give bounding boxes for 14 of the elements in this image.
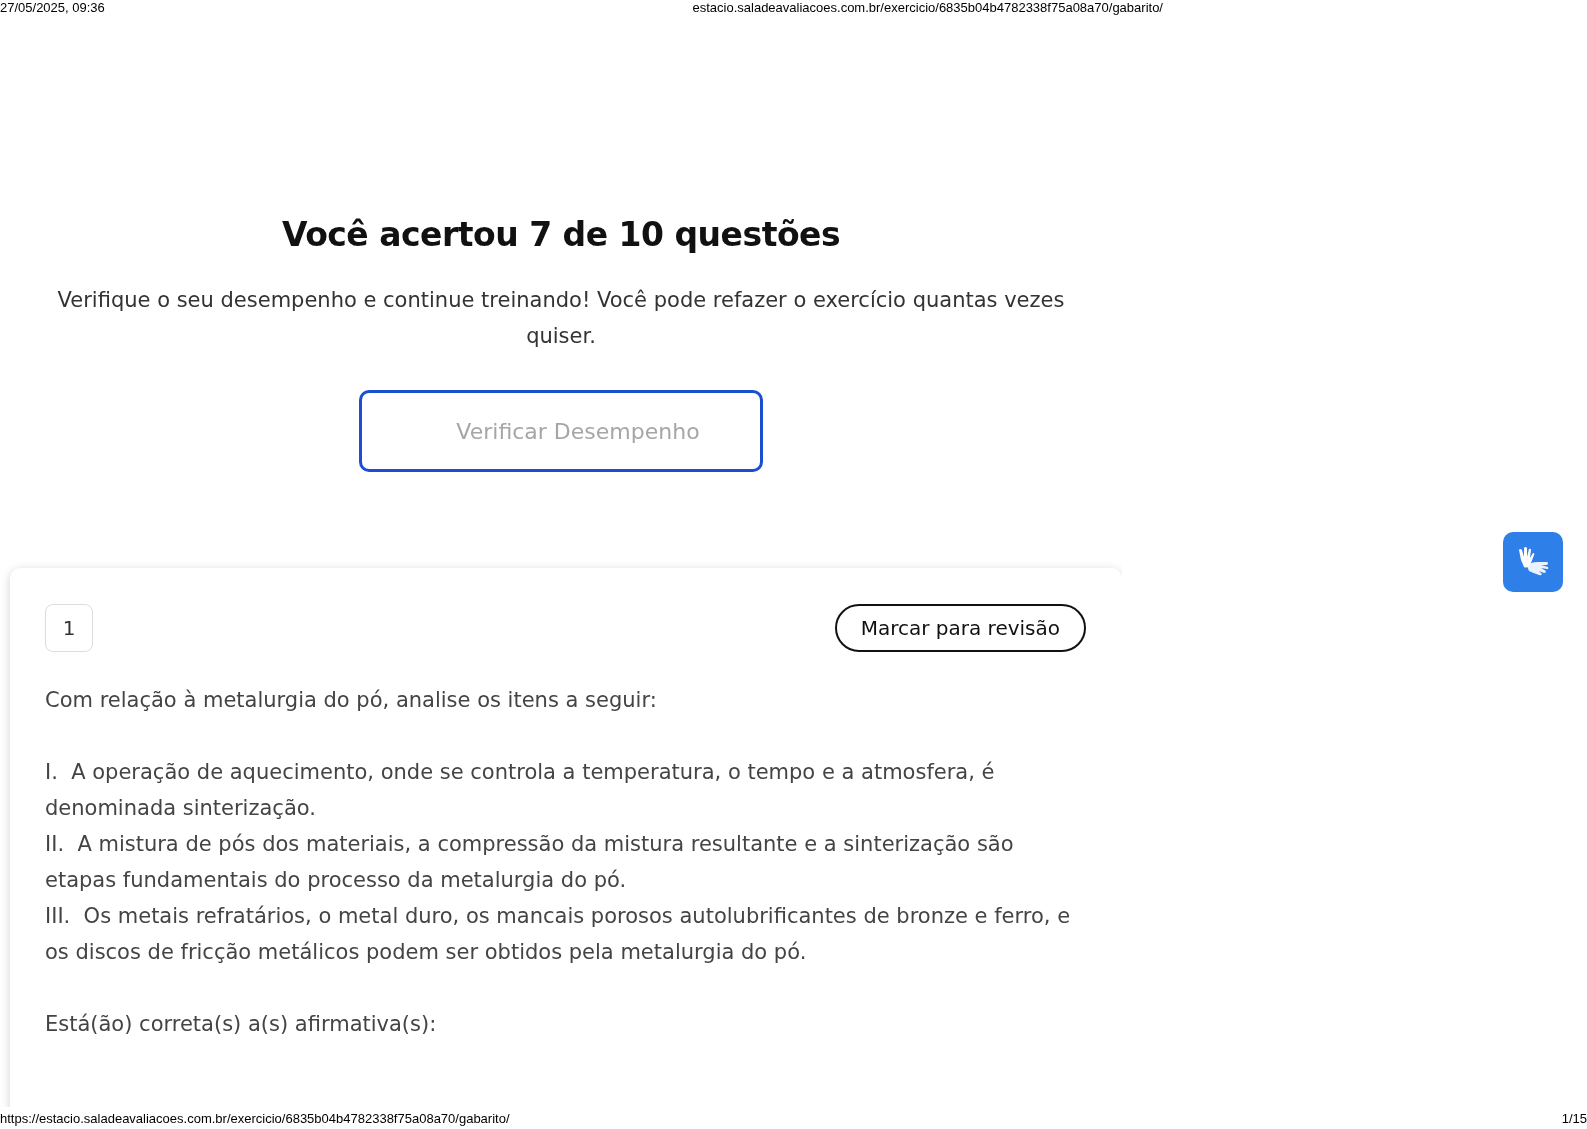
page-number: 1/15 — [1561, 1111, 1587, 1126]
result-title: Você acertou 7 de 10 questões — [281, 215, 841, 254]
print-date: 27/05/2025, 09:36 — [0, 0, 105, 15]
mark-for-review-button[interactable]: Marcar para revisão — [834, 604, 1086, 652]
result-subtitle: Verifique o seu desempenho e continue treinando! Você pode refazer o exercício quantas vezes quiser. — [56, 287, 1066, 350]
question-text: II. A mistura de pós dos materiais, a compressão da mistura resultante e a sinterização são etapas fundamentais do processo da metalurgia do pó. — [45, 831, 1015, 894]
question-text: I. A operação de aquecimento, onde se controla a temperatura, o tempo e a atmosfera, é denominada sinterização. — [45, 759, 996, 822]
page-url: estacio.saladeavaliacoes.com.br/exercicio/6835b04b4782338f75a08a70/gabarito/ — [692, 0, 1163, 15]
page-url: https://estacio.saladeavaliacoes.com.br/exercicio/6835b04b4782338f75a08a70/gabarito/ — [0, 1111, 510, 1126]
question-text: Está(ão) correta(s) a(s) afirmativa(s): — [45, 1011, 438, 1038]
question-text: III. Os metais refratários, o metal duro, os mancais porosos autolubrificantes de bronze e ferro, e os discos de fricção metálicos podem ser obtidos pela metalurgia do pó. — [45, 903, 1072, 966]
question-text: Com relação à metalurgia do pó, analise os itens a seguir: — [45, 687, 658, 714]
question-number: 1 — [45, 604, 93, 652]
sign-language-button[interactable] — [1503, 532, 1563, 592]
